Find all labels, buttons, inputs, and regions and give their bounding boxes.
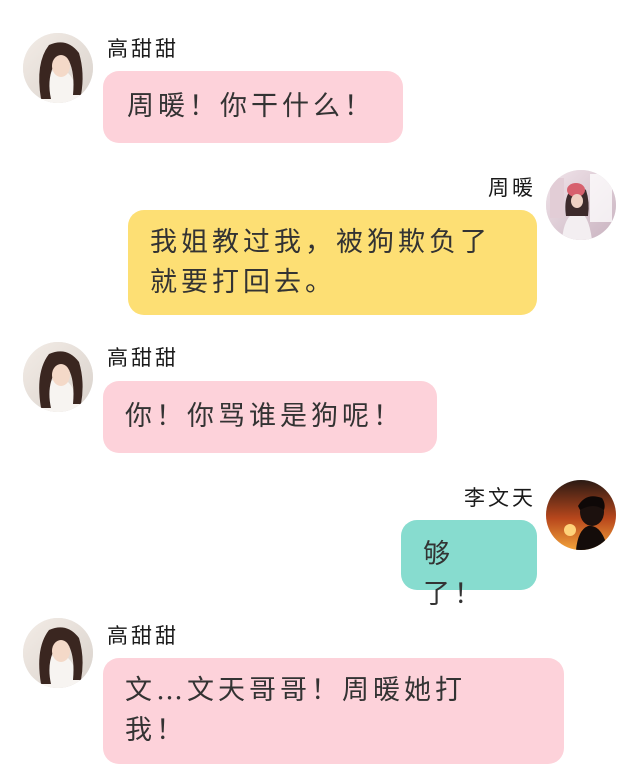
boy-sunset-icon (546, 480, 616, 550)
sender-name: 高甜甜 (107, 346, 179, 370)
girl-portrait-avatar[interactable] (23, 618, 93, 688)
message-text: 我姐教过我，被狗欺负了就要打回去。 (150, 227, 491, 298)
girl-portrait-avatar[interactable] (23, 342, 93, 412)
message-text: 文…文天哥哥！周暖她打我！ (125, 675, 466, 746)
sender-name: 周暖 (488, 176, 536, 200)
girl-in-room-icon (546, 170, 616, 240)
girl-portrait-avatar[interactable] (23, 33, 93, 103)
message-row-left: 高甜甜 文…文天哥哥！周暖她打我！ (0, 610, 640, 782)
message-row-left: 高甜甜 周暖！你干什么！ (0, 0, 640, 150)
sender-name: 高甜甜 (107, 624, 179, 648)
message-bubble: 我姐教过我，被狗欺负了就要打回去。 (128, 210, 537, 315)
message-row-right: 李文天 够了！ (0, 470, 640, 610)
chat-conversation: 高甜甜 周暖！你干什么！ 周暖 我姐教过我，被狗欺负了就要打回去。 高甜甜 你！… (0, 0, 640, 782)
boy-sunset-avatar[interactable] (546, 480, 616, 550)
message-row-right: 周暖 我姐教过我，被狗欺负了就要打回去。 (0, 160, 640, 320)
girl-portrait-icon (23, 33, 93, 103)
girl-in-room-avatar[interactable] (546, 170, 616, 240)
message-bubble: 你！你骂谁是狗呢！ (103, 381, 437, 453)
message-bubble: 够了！ (401, 520, 537, 610)
message-bubble: 文…文天哥哥！周暖她打我！ (103, 658, 564, 764)
message-text: 周暖！你干什么！ (127, 91, 375, 122)
message-row-left: 高甜甜 你！你骂谁是狗呢！ (0, 330, 640, 460)
message-text: 够了！ (423, 539, 485, 610)
girl-portrait-icon (23, 618, 93, 688)
message-text: 你！你骂谁是狗呢！ (125, 401, 404, 432)
sender-name: 李文天 (464, 486, 536, 510)
sender-name: 高甜甜 (107, 37, 179, 61)
girl-portrait-icon (23, 342, 93, 412)
message-bubble: 周暖！你干什么！ (103, 71, 403, 143)
